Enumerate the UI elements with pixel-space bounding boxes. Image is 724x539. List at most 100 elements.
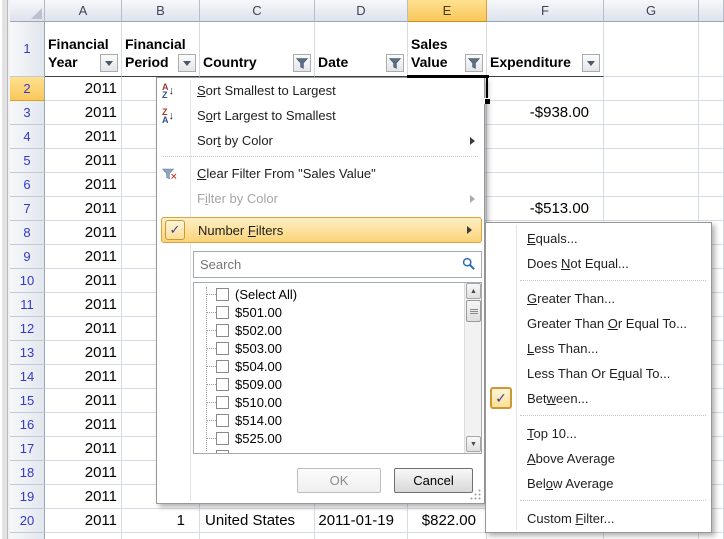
cell[interactable]: 2011	[45, 101, 122, 125]
cell[interactable]: 2011	[45, 509, 122, 533]
cell[interactable]	[604, 77, 699, 101]
menu-item-sort-largest-to-smallest[interactable]: ZA ↓ Sort Largest to Smallest	[157, 103, 484, 128]
cell[interactable]: 2011	[45, 317, 122, 341]
option-label[interactable]: $510.00	[235, 395, 282, 410]
row-header-20[interactable]: 20	[10, 509, 45, 533]
row-header-16[interactable]: 16	[10, 413, 45, 437]
list-item[interactable]: $501.00	[194, 303, 464, 321]
column-header-C[interactable]: C	[200, 0, 315, 22]
checkbox[interactable]	[216, 432, 229, 445]
submenu-item-less-than[interactable]: Less Than...	[486, 336, 711, 361]
checkbox[interactable]	[216, 306, 229, 319]
option-label[interactable]: $509.00	[235, 377, 282, 392]
cell[interactable]	[604, 173, 699, 197]
cell[interactable]: 2011	[45, 341, 122, 365]
cell[interactable]: 2011	[45, 173, 122, 197]
cell[interactable]	[487, 173, 604, 197]
option-label[interactable]: $514.00	[235, 413, 282, 428]
row-header-9[interactable]: 9	[10, 245, 45, 269]
submenu-item-above-average[interactable]: Above Average	[486, 446, 711, 471]
row-header-7[interactable]: 7	[10, 197, 45, 221]
column-header-E[interactable]: E	[408, 0, 487, 22]
cell[interactable]: -$513.00	[487, 197, 604, 221]
cell[interactable]	[604, 197, 699, 221]
column-header-F[interactable]: F	[487, 0, 604, 22]
header-cell-sales-value[interactable]: SalesValue	[408, 22, 487, 77]
cell[interactable]	[487, 149, 604, 173]
column-header-partial[interactable]	[699, 0, 724, 22]
cell[interactable]	[699, 101, 724, 125]
checkbox[interactable]	[216, 396, 229, 409]
cell[interactable]: 2011	[45, 77, 122, 101]
row-header-8[interactable]: 8	[10, 221, 45, 245]
list-item-partial[interactable]	[194, 447, 229, 454]
filter-dropdown-button[interactable]	[293, 54, 311, 72]
list-item[interactable]: $525.00	[194, 429, 464, 447]
column-header-G[interactable]: G	[604, 0, 699, 22]
fill-handle[interactable]	[484, 98, 490, 104]
header-cell-partial[interactable]	[699, 22, 724, 77]
column-header-D[interactable]: D	[315, 0, 408, 22]
row-header-18[interactable]: 18	[10, 461, 45, 485]
row-header-1[interactable]: 1	[10, 22, 45, 77]
submenu-item-greater-than[interactable]: Greater Than...	[486, 286, 711, 311]
row-header-13[interactable]: 13	[10, 341, 45, 365]
row-header-3[interactable]: 3	[10, 101, 45, 125]
cell[interactable]: 2011	[45, 293, 122, 317]
cell[interactable]: 2011	[45, 245, 122, 269]
cancel-button[interactable]: Cancel	[394, 468, 473, 493]
submenu-item-custom-filter[interactable]: Custom Filter...	[486, 506, 711, 531]
cell[interactable]: 2011	[45, 269, 122, 293]
list-item[interactable]: $509.00	[194, 375, 464, 393]
cell[interactable]: 2011	[45, 437, 122, 461]
resize-grip-icon[interactable]	[469, 488, 482, 501]
option-label[interactable]: $525.00	[235, 431, 282, 446]
menu-item-sort-by-color[interactable]: Sort by Color	[157, 128, 484, 153]
row-header-19[interactable]: 19	[10, 485, 45, 509]
row-header-15[interactable]: 15	[10, 389, 45, 413]
row-header-6[interactable]: 6	[10, 173, 45, 197]
cell[interactable]	[699, 197, 724, 221]
checkbox[interactable]	[216, 378, 229, 391]
list-item[interactable]: $510.00	[194, 393, 464, 411]
row-header-partial[interactable]	[10, 533, 45, 539]
cell[interactable]: 2011	[45, 461, 122, 485]
cell[interactable]	[122, 533, 200, 539]
list-item[interactable]: $514.00	[194, 411, 464, 429]
submenu-item-top-10[interactable]: Top 10...	[486, 421, 711, 446]
cell[interactable]	[699, 173, 724, 197]
filter-dropdown-button[interactable]	[100, 54, 118, 72]
checkbox[interactable]	[216, 288, 229, 301]
option-label[interactable]: $501.00	[235, 305, 282, 320]
submenu-item-below-average[interactable]: Below Average	[486, 471, 711, 496]
scrollbar[interactable]: ▲ ▼	[464, 283, 481, 453]
menu-item-sort-smallest-to-largest[interactable]: AZ ↓ Sort Smallest to Largest	[157, 78, 484, 103]
submenu-item-greater-than-or-equal-to[interactable]: Greater Than Or Equal To...	[486, 311, 711, 336]
header-cell-expenditure[interactable]: Expenditure	[487, 22, 604, 77]
cell[interactable]	[200, 533, 315, 539]
cell[interactable]: United States	[200, 509, 315, 533]
cell[interactable]	[604, 125, 699, 149]
search-icon[interactable]	[462, 257, 476, 271]
scroll-thumb[interactable]	[466, 300, 481, 322]
row-header-12[interactable]: 12	[10, 317, 45, 341]
cell[interactable]	[487, 125, 604, 149]
select-all-corner[interactable]	[10, 0, 45, 22]
cell[interactable]: 2011	[45, 365, 122, 389]
cell[interactable]: -$938.00	[487, 101, 604, 125]
header-cell-financial-period[interactable]: FinancialPeriod	[122, 22, 200, 77]
column-header-B[interactable]: B	[122, 0, 200, 22]
cell[interactable]: $822.00	[408, 509, 487, 533]
filter-dropdown-button[interactable]	[582, 54, 600, 72]
filter-dropdown-button[interactable]	[386, 54, 404, 72]
cell[interactable]	[604, 101, 699, 125]
cell[interactable]	[487, 533, 604, 539]
row-header-5[interactable]: 5	[10, 149, 45, 173]
checkbox[interactable]	[216, 360, 229, 373]
row-header-14[interactable]: 14	[10, 365, 45, 389]
submenu-item-less-than-or-equal-to[interactable]: Less Than Or Equal To...	[486, 361, 711, 386]
cell[interactable]	[604, 533, 699, 539]
list-item[interactable]: $502.00	[194, 321, 464, 339]
header-cell-g1[interactable]	[604, 22, 699, 77]
cell[interactable]: 2011	[45, 197, 122, 221]
